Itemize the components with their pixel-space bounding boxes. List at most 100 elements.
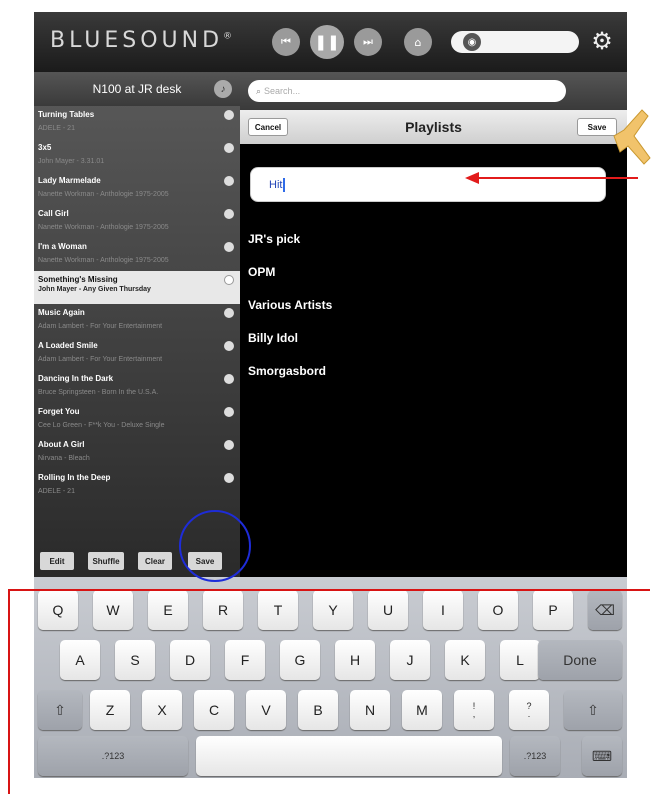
key-v[interactable]: V (246, 690, 286, 730)
playlist-list: JR's pick OPM Various Artists Billy Idol Smo… (248, 232, 332, 397)
key-s[interactable]: S (115, 640, 155, 680)
previous-track-button[interactable]: ⏮ (272, 28, 300, 56)
shift-icon: ⇧ (587, 701, 599, 718)
track-options-button[interactable] (224, 242, 234, 252)
track-options-button[interactable] (224, 374, 234, 384)
device-name: N100 at JR desk (92, 82, 182, 96)
track-subtitle: Adam Lambert - For Your Entertainment (38, 356, 163, 363)
playlist-item[interactable]: Various Artists (248, 298, 332, 331)
key-l[interactable]: L (500, 640, 540, 680)
track-title: Rolling In the Deep (38, 473, 111, 482)
save-playlist-button[interactable]: Save (577, 118, 617, 136)
numbers-key-right[interactable]: .?123 (510, 736, 560, 776)
gear-icon: ⚙ (591, 27, 613, 55)
queue-item[interactable]: Something's Missing John Mayer - Any Give… (34, 271, 240, 304)
key-r[interactable]: R (203, 590, 243, 630)
key-j[interactable]: J (390, 640, 430, 680)
numbers-key-left[interactable]: .?123 (38, 736, 188, 776)
playlist-item[interactable]: Smorgasbord (248, 364, 332, 397)
previous-icon: ⏮ (281, 35, 291, 48)
queue-item[interactable]: Dancing In the Dark Bruce Springsteen - B… (34, 370, 240, 403)
key-z[interactable]: Z (90, 690, 130, 730)
next-track-button[interactable]: ⏭ (354, 28, 382, 56)
track-options-button[interactable] (224, 407, 234, 417)
track-options-button[interactable] (224, 143, 234, 153)
clear-button[interactable]: Clear (138, 552, 172, 570)
backspace-key[interactable]: ⌫ (588, 590, 622, 630)
key-c[interactable]: C (194, 690, 234, 730)
track-title: A Loaded Smile (38, 341, 98, 350)
next-icon: ⏭ (363, 35, 373, 48)
playlist-item[interactable]: OPM (248, 265, 332, 298)
queue-item[interactable]: Call Girl Nanette Workman - Anthologie 19… (34, 205, 240, 238)
playlist-item[interactable]: Billy Idol (248, 331, 332, 364)
hide-keyboard-key[interactable]: ⌨ (582, 736, 622, 776)
track-title: Something's Missing (38, 275, 118, 284)
volume-slider[interactable]: ◉ (451, 31, 579, 53)
done-key[interactable]: Done (538, 640, 622, 680)
key-w[interactable]: W (93, 590, 133, 630)
annotation-arrow-head (465, 172, 479, 184)
question-period-key[interactable]: ? . (509, 690, 549, 730)
key-d[interactable]: D (170, 640, 210, 680)
pause-button[interactable]: ❚❚ (310, 25, 344, 59)
key-b[interactable]: B (298, 690, 338, 730)
queue-item[interactable]: About A Girl Nirvana - Bleach (34, 436, 240, 469)
edit-button[interactable]: Edit (40, 552, 74, 570)
device-icon[interactable]: ♪ (214, 80, 232, 98)
playlist-name-value: Hit (269, 178, 283, 191)
key-o[interactable]: O (478, 590, 518, 630)
playlist-item[interactable]: JR's pick (248, 232, 332, 265)
track-title: Call Girl (38, 209, 69, 218)
key-p[interactable]: P (533, 590, 573, 630)
search-input[interactable]: ⌕ Search... (248, 80, 566, 102)
shuffle-button[interactable]: Shuffle (88, 552, 124, 570)
shift-key-right[interactable]: ⇧ (564, 690, 622, 730)
search-placeholder: Search... (264, 86, 301, 96)
queue-item[interactable]: I'm a Woman Nanette Workman - Anthologie … (34, 238, 240, 271)
key-f[interactable]: F (225, 640, 265, 680)
key-u[interactable]: U (368, 590, 408, 630)
settings-button[interactable]: ⚙ (587, 26, 617, 56)
key-x[interactable]: X (142, 690, 182, 730)
key-g[interactable]: G (280, 640, 320, 680)
space-key[interactable] (196, 736, 502, 776)
track-subtitle: John Mayer - 3.31.01 (38, 158, 105, 165)
queue-item[interactable]: Forget You Cee Lo Green - F**k You - Delu… (34, 403, 240, 436)
key-k[interactable]: K (445, 640, 485, 680)
key-e[interactable]: E (148, 590, 188, 630)
track-options-button[interactable] (224, 176, 234, 186)
track-options-button[interactable] (224, 209, 234, 219)
key-i[interactable]: I (423, 590, 463, 630)
key-a[interactable]: A (60, 640, 100, 680)
queue-item[interactable]: Music Again Adam Lambert - For Your Enter… (34, 304, 240, 337)
queue-item[interactable]: Turning Tables ADELE - 21 (34, 106, 240, 139)
queue-item[interactable]: 3x5 John Mayer - 3.31.01 (34, 139, 240, 172)
playlist-name-input[interactable]: Hit (250, 167, 606, 202)
key-t[interactable]: T (258, 590, 298, 630)
track-options-button[interactable] (224, 440, 234, 450)
track-options-button[interactable] (224, 110, 234, 120)
key-q[interactable]: Q (38, 590, 78, 630)
queue-item[interactable]: Rolling In the Deep ADELE - 21 (34, 469, 240, 502)
key-h[interactable]: H (335, 640, 375, 680)
track-options-button[interactable] (224, 275, 234, 285)
track-subtitle: John Mayer - Any Given Thursday (38, 286, 151, 293)
key-n[interactable]: N (350, 690, 390, 730)
home-button[interactable]: ⌂ (404, 28, 432, 56)
top-bar: BLUESOUND® ⏮ ❚❚ ⏭ ⌂ ◉ ⚙ (34, 12, 627, 72)
device-bar[interactable]: N100 at JR desk ♪ (34, 72, 240, 106)
key-m[interactable]: M (402, 690, 442, 730)
queue-item[interactable]: A Loaded Smile Adam Lambert - For Your En… (34, 337, 240, 370)
home-icon: ⌂ (414, 35, 422, 49)
queue-item[interactable]: Lady Marmelade Nanette Workman - Antholog… (34, 172, 240, 205)
page-title: Playlists (405, 119, 462, 135)
exclamation-comma-key[interactable]: ! , (454, 690, 494, 730)
key-y[interactable]: Y (313, 590, 353, 630)
track-title: Lady Marmelade (38, 176, 101, 185)
track-options-button[interactable] (224, 473, 234, 483)
track-options-button[interactable] (224, 308, 234, 318)
track-options-button[interactable] (224, 341, 234, 351)
backspace-icon: ⌫ (595, 601, 615, 618)
shift-key-left[interactable]: ⇧ (38, 690, 82, 730)
